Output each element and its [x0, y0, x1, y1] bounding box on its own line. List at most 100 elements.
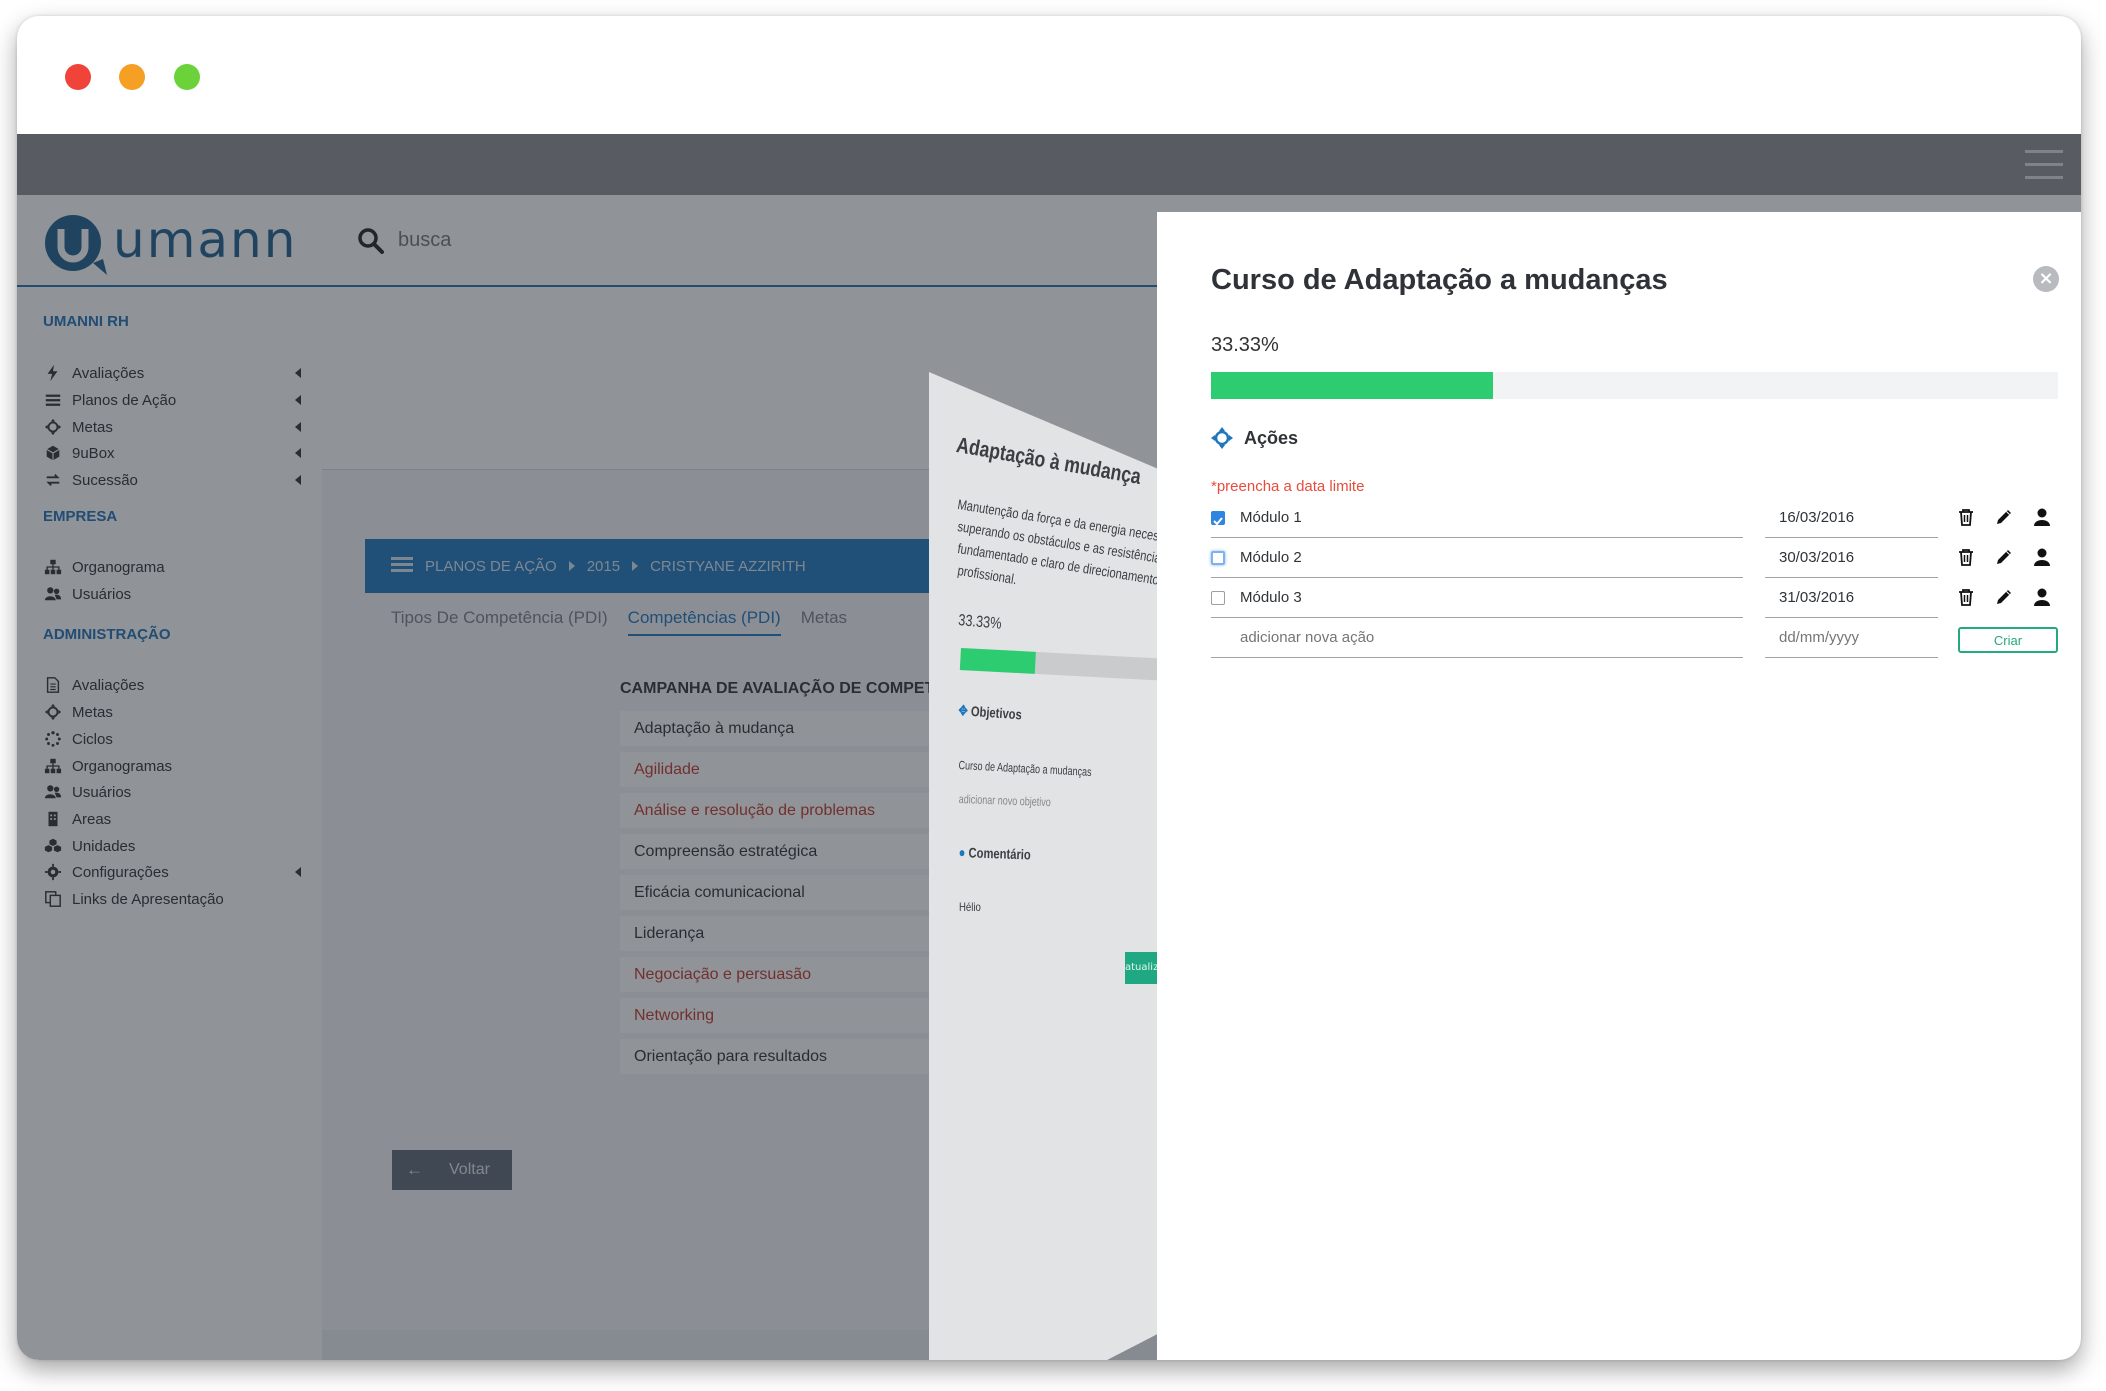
close-icon[interactable]: × [2033, 266, 2059, 292]
trash-icon[interactable] [1956, 507, 1976, 531]
action-row-icons [1956, 507, 2052, 531]
sidebar-item-usu-rios[interactable]: Usuários [43, 780, 301, 804]
umanni-logo[interactable]: umanni [17, 195, 322, 287]
caret-left-icon [295, 368, 301, 378]
sidebar-item-unidades[interactable]: Unidades [43, 834, 301, 858]
competency-item[interactable]: Negociação e persuasão [620, 957, 980, 995]
sidebar-item-label: Usuários [72, 783, 132, 801]
pencil-icon[interactable] [1994, 587, 2014, 611]
competency-item[interactable]: Orientação para resultados [620, 1039, 980, 1077]
action-row: Módulo 2 30/03/2016 [1211, 538, 2058, 578]
ghost-comment-value: Hélio [959, 900, 981, 914]
action-name[interactable]: Módulo 3 [1211, 578, 1743, 618]
competency-item[interactable]: Compreensão estratégica [620, 834, 980, 872]
tab-tipos-de-competencia[interactable]: Tipos De Competência (PDI) [391, 608, 608, 636]
tab-metas[interactable]: Metas [801, 608, 847, 636]
action-date[interactable]: 31/03/2016 [1765, 578, 1938, 618]
pencil-icon[interactable] [1994, 547, 2014, 571]
user-icon[interactable] [2032, 547, 2052, 571]
ghost-progress-fill [959, 648, 1036, 674]
minimize-window-button[interactable] [119, 64, 145, 90]
sidebar-item-planos-de-a-o[interactable]: Planos de Ação [43, 388, 301, 412]
competency-item[interactable]: Networking [620, 998, 980, 1036]
competency-item[interactable]: Agilidade [620, 752, 980, 790]
sidebar-item-label: 9uBox [72, 444, 115, 462]
competency-item[interactable]: Adaptação à mudança [620, 711, 980, 749]
ghost-card-description-line: profissional. [956, 562, 1019, 588]
sidebar-item-metas[interactable]: Metas [43, 700, 301, 724]
sidebar-item-links-de-apresenta-o[interactable]: Links de Apresentação [43, 887, 301, 911]
breadcrumb-item[interactable]: CRISTYANE AZZIRITH [650, 558, 806, 575]
maximize-window-button[interactable] [174, 64, 200, 90]
tabs: Tipos De Competência (PDI) Competências … [391, 608, 847, 636]
hamburger-menu-icon[interactable] [2025, 150, 2063, 180]
caret-left-icon [295, 867, 301, 877]
action-name[interactable]: Módulo 2 [1211, 538, 1743, 578]
user-icon[interactable] [2032, 587, 2052, 611]
action-row: Módulo 1 16/03/2016 [1211, 498, 2058, 538]
new-action-input[interactable] [1240, 629, 1743, 646]
sidebar-item-areas[interactable]: Areas [43, 807, 301, 831]
trash-icon[interactable] [1956, 547, 1976, 571]
competency-item[interactable]: Análise e resolução de problemas [620, 793, 980, 831]
competency-item[interactable]: Liderança [620, 916, 980, 954]
caret-left-icon [295, 422, 301, 432]
bolt-icon [43, 363, 63, 383]
sidebar-item-9ubox[interactable]: 9uBox [43, 441, 301, 465]
search-input[interactable] [398, 223, 798, 257]
arrow-left-icon: ← [406, 1160, 423, 1179]
back-button[interactable]: ← Voltar [392, 1150, 512, 1190]
breadcrumb-item[interactable]: PLANOS DE AÇÃO [425, 558, 557, 575]
chevron-right-icon [632, 561, 639, 571]
ghost-objective-item: Curso de Adaptação a mudanças [958, 758, 1092, 779]
competency-item[interactable]: Eficácia comunicacional [620, 875, 980, 913]
breadcrumb-item[interactable]: 2015 [587, 558, 620, 575]
pencil-icon[interactable] [1994, 507, 2014, 531]
action-checkbox[interactable] [1211, 591, 1225, 605]
sidebar-item-metas[interactable]: Metas [43, 415, 301, 439]
trash-icon[interactable] [1956, 587, 1976, 611]
action-plan-panel: Curso de Adaptação a mudanças × 33.33% A… [1157, 212, 2081, 1360]
new-action-date-field [1765, 618, 1938, 658]
previous-modal-card: Adaptação à mudança Manutenção da força … [929, 372, 1159, 1360]
sidebar-item-configura-es[interactable]: Configurações [43, 860, 301, 884]
action-name[interactable]: Módulo 1 [1211, 498, 1743, 538]
close-window-button[interactable] [65, 64, 91, 90]
sidebar-item-organogramas[interactable]: Organogramas [43, 754, 301, 778]
sidebar-item-avalia-es[interactable]: Avaliações [43, 673, 301, 697]
sitemap-icon [43, 557, 63, 577]
cube-icon [43, 443, 63, 463]
action-date[interactable]: 16/03/2016 [1765, 498, 1938, 538]
user-icon[interactable] [2032, 507, 2052, 531]
progress-bar-fill [1211, 372, 1494, 399]
users-icon [43, 584, 63, 604]
crosshair-icon: ✥ [957, 702, 969, 719]
action-date[interactable]: 30/03/2016 [1765, 538, 1938, 578]
spinner-icon [43, 729, 63, 749]
sidebar-item-label: Metas [72, 703, 113, 721]
sidebar-section-title: EMPRESA [43, 508, 118, 525]
actions-heading: Ações [1211, 427, 1298, 449]
chevron-right-icon [568, 561, 575, 571]
sidebar-item-ciclos[interactable]: Ciclos [43, 727, 301, 751]
sidebar-item-sucess-o[interactable]: Sucessão [43, 468, 301, 492]
action-checkbox[interactable] [1211, 551, 1225, 565]
action-checkbox[interactable] [1211, 511, 1225, 526]
action-row-icons [1956, 547, 2052, 571]
crosshair-icon [43, 417, 63, 437]
sidebar-item-avalia-es[interactable]: Avaliações [43, 361, 301, 385]
create-action-button[interactable]: Criar [1958, 627, 2058, 653]
search-icon[interactable] [358, 228, 384, 254]
sidebar-item-usu-rios[interactable]: Usuários [43, 582, 301, 606]
new-action-date-input[interactable] [1779, 629, 1938, 646]
date-warning: *preencha a data limite [1211, 478, 1365, 495]
tab-competencias[interactable]: Competências (PDI) [627, 608, 781, 636]
ghost-objectives-text: Objetivos [970, 702, 1023, 723]
sidebar-item-label: Organogramas [72, 757, 173, 775]
copy-icon [43, 889, 63, 909]
new-action-row: Criar [1211, 618, 2058, 658]
sidebar-item-label: Metas [72, 418, 113, 436]
sidebar-item-label: Areas [72, 810, 112, 828]
sidebar-item-organograma[interactable]: Organograma [43, 555, 301, 579]
progress-label: 33.33% [1211, 334, 1279, 356]
